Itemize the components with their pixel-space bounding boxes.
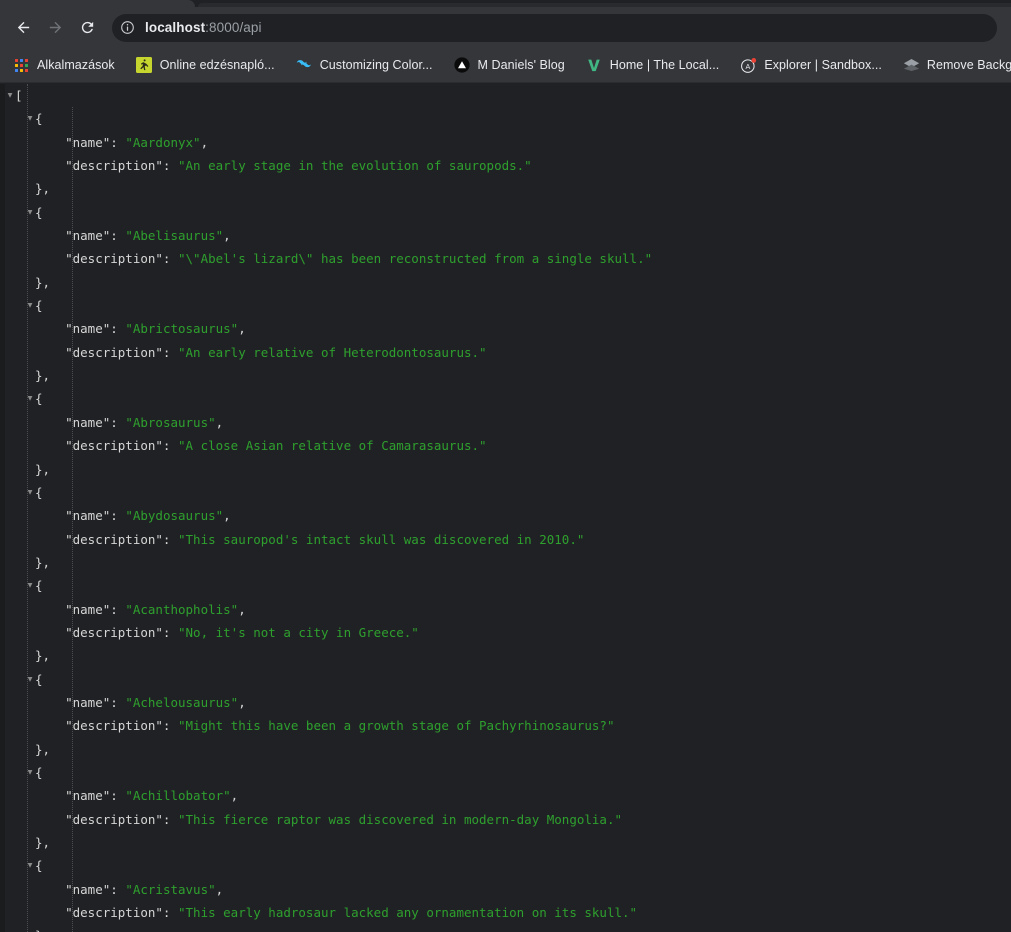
collapse-triangle-icon[interactable]: ▼ xyxy=(25,854,35,877)
svg-text:A: A xyxy=(746,62,751,70)
json-line-object-open[interactable]: ▼{ xyxy=(5,294,1011,317)
json-line-name: "name": "Acanthopholis", xyxy=(35,601,246,617)
bookmark-label: Online edzésnapló... xyxy=(159,58,275,72)
json-line-object-open[interactable]: ▼{ xyxy=(5,201,1011,224)
json-line-name: "name": "Abelisaurus", xyxy=(35,228,231,244)
arrow-left-icon xyxy=(17,21,29,34)
json-viewer-page: ▼[▼{ "name": "Aardonyx", "description": … xyxy=(0,84,1011,932)
collapse-triangle-icon[interactable]: ▼ xyxy=(25,200,35,223)
json-line-object-close: }, xyxy=(35,461,51,477)
tab-strip-edge xyxy=(0,0,1011,7)
json-line-name: "name": "Acristavus", xyxy=(35,881,224,897)
page-info-icon xyxy=(120,21,134,34)
collapse-triangle-icon[interactable]: ▼ xyxy=(25,574,35,597)
json-line-name: "name": "Achillobator", xyxy=(35,788,239,804)
json-line-name: "name": "Achelousaurus", xyxy=(35,694,246,710)
json-line-object-close: }, xyxy=(35,554,51,570)
bookmark-home-the-local[interactable]: Home | The Local... xyxy=(582,53,728,77)
json-line-object-close: }, xyxy=(35,181,51,197)
bookmark-remove-background[interactable]: Remove Backgrou... xyxy=(899,53,1011,77)
json-line-name: "name": "Aardonyx", xyxy=(35,134,209,150)
browser-toolbar: localhost:8000/api xyxy=(0,7,1011,48)
bookmark-explorer-sandbox[interactable]: A Explorer | Sandbox... xyxy=(736,53,890,77)
tailwind-waves-icon xyxy=(296,57,313,74)
address-bar[interactable]: localhost:8000/api xyxy=(112,13,997,42)
json-line-description: "description": "This fierce raptor was d… xyxy=(35,811,623,827)
url-host: localhost xyxy=(145,20,206,35)
json-line-description: "description": "Might this have been a g… xyxy=(35,718,615,734)
json-line-object-close: }, xyxy=(35,274,51,290)
browser-window: localhost:8000/api Alkalmazások Online e… xyxy=(0,0,1011,932)
json-line-description: "description": "This sauropod's intact s… xyxy=(35,531,585,547)
bookmark-apps[interactable]: Alkalmazások xyxy=(9,53,123,77)
json-line-description: "description": "A close Asian relative o… xyxy=(35,438,487,454)
bookmark-label: Home | The Local... xyxy=(609,58,720,72)
apps-grid-icon xyxy=(13,57,30,74)
bookmark-label: Alkalmazások xyxy=(37,58,115,72)
collapse-triangle-icon[interactable]: ▼ xyxy=(25,667,35,690)
site-info-button[interactable] xyxy=(115,16,139,40)
triangle-badge-icon xyxy=(454,57,471,74)
json-line-object-open[interactable]: ▼{ xyxy=(5,668,1011,691)
circle-a-icon: A xyxy=(740,57,757,74)
json-line-object-open[interactable]: ▼{ xyxy=(5,387,1011,410)
json-line-name: "name": "Abrosaurus", xyxy=(35,414,224,430)
bookmark-label: Explorer | Sandbox... xyxy=(764,58,882,72)
tab-strip-background xyxy=(198,3,1011,7)
json-line-name: "name": "Abydosaurus", xyxy=(35,508,231,524)
json-lines: ▼[▼{ "name": "Aardonyx", "description": … xyxy=(5,84,1011,932)
layers-icon xyxy=(903,57,920,74)
bookmark-m-daniels-blog[interactable]: M Daniels' Blog xyxy=(450,53,573,77)
bookmark-label: Remove Backgrou... xyxy=(926,58,1011,72)
url-text: localhost:8000/api xyxy=(145,20,262,35)
collapse-triangle-icon[interactable]: ▼ xyxy=(25,480,35,503)
collapse-triangle-icon[interactable]: ▼ xyxy=(5,84,15,107)
json-content[interactable]: ▼[▼{ "name": "Aardonyx", "description": … xyxy=(5,84,1011,932)
back-button[interactable] xyxy=(8,13,38,43)
bookmarks-bar: Alkalmazások Online edzésnapló... Custom… xyxy=(0,48,1011,83)
indent-guide xyxy=(72,107,73,932)
json-line-object-open[interactable]: ▼{ xyxy=(5,107,1011,130)
letter-v-icon xyxy=(586,57,603,74)
json-line-root-open[interactable]: ▼[ xyxy=(5,84,1011,107)
json-line-description: "description": "An early relative of Het… xyxy=(35,344,487,360)
json-line-object-close: }, xyxy=(35,741,51,757)
json-line-description: "description": "No, it's not a city in G… xyxy=(35,624,419,640)
runner-icon xyxy=(136,57,153,74)
json-line-object-open[interactable]: ▼{ xyxy=(5,761,1011,784)
json-line-name: "name": "Abrictosaurus", xyxy=(35,321,246,337)
bookmark-label: M Daniels' Blog xyxy=(477,58,565,72)
collapse-triangle-icon[interactable]: ▼ xyxy=(25,107,35,130)
reload-button[interactable] xyxy=(72,13,102,43)
collapse-triangle-icon[interactable]: ▼ xyxy=(25,387,35,410)
json-line-object-close: }, xyxy=(35,648,51,664)
json-line-object-close: }, xyxy=(5,924,1011,932)
arrow-right-icon xyxy=(49,21,61,34)
url-path: :8000/api xyxy=(205,20,262,35)
json-line-description: "description": "\"Abel's lizard\" has be… xyxy=(35,251,653,267)
json-line-description: "description": "This early hadrosaur lac… xyxy=(35,905,638,921)
forward-button[interactable] xyxy=(40,13,70,43)
json-line-object-open[interactable]: ▼{ xyxy=(5,854,1011,877)
bookmark-customizing-colors[interactable]: Customizing Color... xyxy=(292,53,441,77)
bookmark-label: Customizing Color... xyxy=(319,58,433,72)
json-line-object-close: }, xyxy=(35,368,51,384)
bookmark-online-edzesnaplo[interactable]: Online edzésnapló... xyxy=(132,53,283,77)
json-line-object-open[interactable]: ▼{ xyxy=(5,574,1011,597)
collapse-triangle-icon[interactable]: ▼ xyxy=(25,294,35,317)
collapse-triangle-icon[interactable]: ▼ xyxy=(25,760,35,783)
json-line-object-open[interactable]: ▼{ xyxy=(5,481,1011,504)
active-tab-remnant[interactable] xyxy=(0,0,195,7)
reload-icon xyxy=(81,21,93,34)
json-line-description: "description": "An early stage in the ev… xyxy=(35,158,532,174)
json-line-object-close: }, xyxy=(35,835,51,850)
